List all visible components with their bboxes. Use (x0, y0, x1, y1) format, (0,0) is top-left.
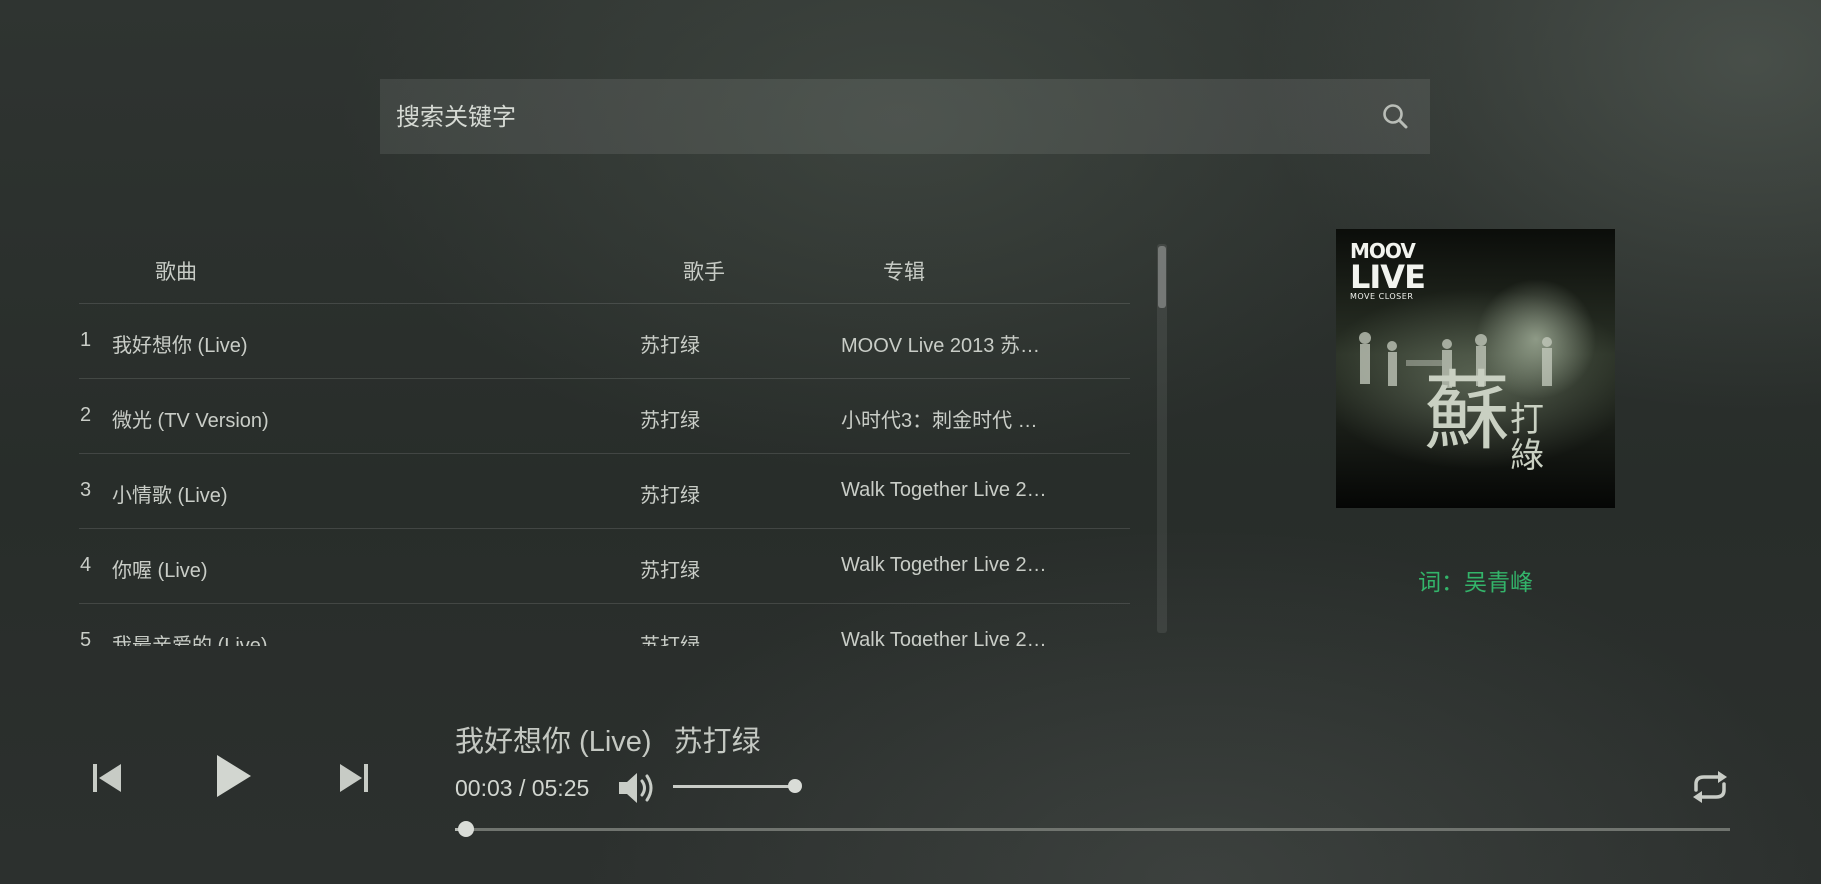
row-index: 3 (80, 479, 92, 501)
search-icon[interactable] (1380, 101, 1410, 131)
table-row[interactable]: 4 你喔 (Live) 苏打绿 Walk Together Live 2… (79, 529, 1130, 604)
now-playing-artist: 苏打绿 (673, 726, 761, 758)
row-index: 4 (80, 554, 92, 576)
playback-time: 00:03 / 05:25 (455, 775, 590, 801)
album-cover: MOOV LIVE MOVE CLOSER 蘇 打綠 (1336, 229, 1615, 508)
now-playing: 我好想你 (Live) 苏打绿 (455, 718, 761, 760)
volume-icon[interactable] (617, 770, 657, 806)
table-scrollbar[interactable] (1157, 244, 1167, 633)
next-icon[interactable] (338, 762, 370, 794)
play-icon[interactable] (215, 753, 253, 799)
playback-progress[interactable] (455, 821, 1730, 837)
progress-knob[interactable] (458, 821, 475, 837)
table-row[interactable]: 3 小情歌 (Live) 苏打绿 Walk Together Live 2… (79, 454, 1130, 529)
column-header-artist[interactable]: 歌手 (683, 256, 725, 286)
song-artist[interactable]: 苏打绿 (640, 329, 700, 358)
row-index: 1 (80, 329, 92, 351)
row-index: 2 (80, 404, 92, 426)
song-album[interactable]: 小时代3：刺金时代 … (841, 404, 1061, 433)
album-calligraphy: 蘇 打綠 (1424, 362, 1544, 476)
song-artist[interactable]: 苏打绿 (640, 404, 700, 433)
volume-knob[interactable] (788, 779, 802, 793)
volume-slider[interactable] (673, 779, 802, 793)
column-header-song[interactable]: 歌曲 (155, 256, 197, 286)
song-title[interactable]: 小情歌 (Live) (112, 479, 228, 508)
song-album[interactable]: MOOV Live 2013 苏… (841, 329, 1061, 358)
table-row[interactable]: 2 微光 (TV Version) 苏打绿 小时代3：刺金时代 … (79, 379, 1130, 454)
song-album[interactable]: Walk Together Live 2… (841, 479, 1061, 502)
prev-icon[interactable] (91, 762, 123, 794)
song-artist[interactable]: 苏打绿 (640, 629, 700, 646)
column-header-album[interactable]: 专辑 (883, 256, 925, 286)
song-album[interactable]: Walk Together Live 2… (841, 554, 1061, 577)
song-table: 歌曲 歌手 专辑 1 我好想你 (Live) 苏打绿 MOOV Live 201… (79, 238, 1130, 646)
song-title[interactable]: 微光 (TV Version) (112, 404, 269, 433)
volume-fill (673, 785, 795, 788)
table-header: 歌曲 歌手 专辑 (79, 238, 1130, 304)
song-title[interactable]: 你喔 (Live) (112, 554, 208, 583)
search-bar (380, 79, 1430, 156)
song-artist[interactable]: 苏打绿 (640, 479, 700, 508)
table-row[interactable]: 5 我最亲爱的 (Live) 苏打绿 Walk Together Live 2… (79, 604, 1130, 646)
now-playing-title: 我好想你 (Live) (455, 726, 652, 758)
row-index: 5 (80, 629, 92, 646)
song-artist[interactable]: 苏打绿 (640, 554, 700, 583)
song-title[interactable]: 我最亲爱的 (Live) (112, 629, 268, 646)
song-title[interactable]: 我好想你 (Live) (112, 329, 248, 358)
scrollbar-thumb[interactable] (1158, 246, 1166, 308)
song-album[interactable]: Walk Together Live 2… (841, 629, 1061, 646)
loop-icon[interactable] (1688, 768, 1732, 806)
search-input[interactable] (394, 79, 1358, 156)
album-logo: MOOV LIVE MOVE CLOSER (1350, 239, 1426, 301)
lyrics-line: 词：吴青峰 (1418, 569, 1533, 595)
table-row[interactable]: 1 我好想你 (Live) 苏打绿 MOOV Live 2013 苏… (79, 304, 1130, 379)
